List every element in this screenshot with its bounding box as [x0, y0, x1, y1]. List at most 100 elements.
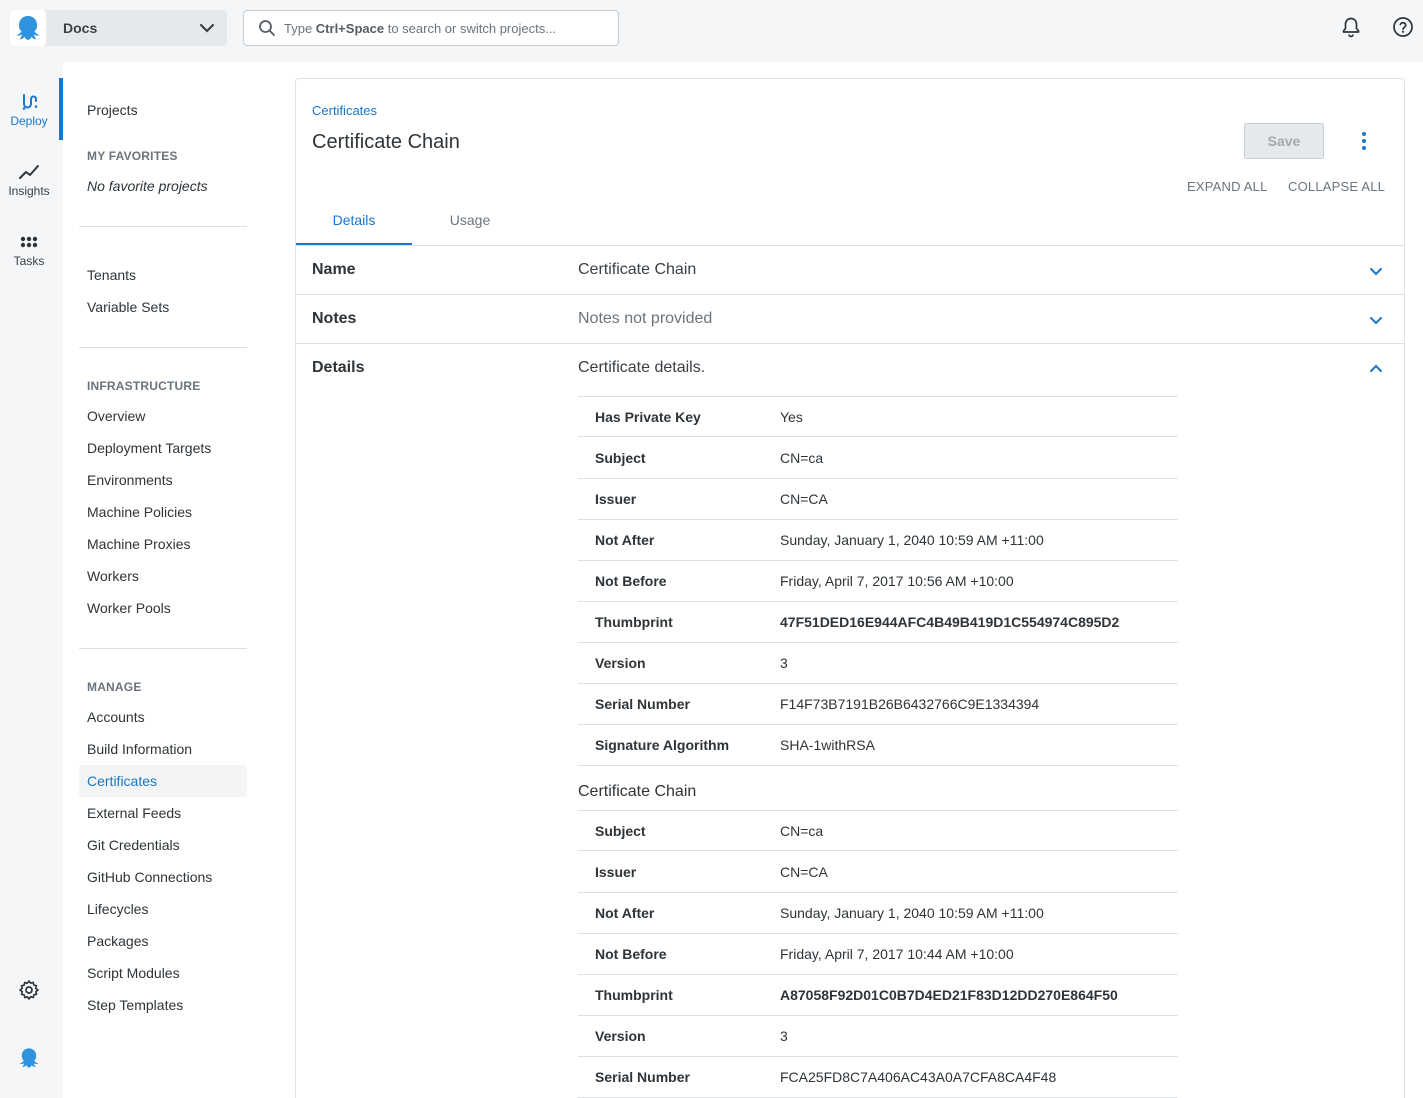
chain-key: Not Before [595, 946, 667, 962]
detail-key: Signature Algorithm [595, 737, 730, 753]
section-summary: Notes not provided [578, 310, 713, 327]
sidebar-item-github-connections[interactable]: GitHub Connections [79, 861, 247, 893]
sidebar-item-environments[interactable]: Environments [79, 464, 247, 496]
chain-row: Thumbprint A87058F92D01C0B7D4ED21F83D12DD… [578, 975, 1178, 1016]
sidebar-item-step-templates[interactable]: Step Templates [79, 989, 247, 1021]
nav-tasks[interactable]: Tasks [0, 232, 58, 268]
space-name: Docs [63, 20, 98, 36]
detail-row: Signature Algorithm SHA-1withRSA [578, 725, 1178, 766]
help-icon[interactable] [1392, 16, 1414, 38]
details-section[interactable]: Details Certificate details. [296, 344, 1404, 393]
nav-insights[interactable]: Insights [0, 162, 58, 198]
detail-value: CN=ca [780, 450, 824, 466]
tab-details[interactable]: Details [296, 199, 412, 245]
detail-key: Version [595, 655, 646, 671]
chain-row: Version 3 [578, 1016, 1178, 1057]
notes-section[interactable]: Notes Notes not provided [296, 295, 1404, 344]
sidebar-item-tenants[interactable]: Tenants [79, 259, 247, 291]
chain-row: Issuer CN=CA [578, 852, 1178, 893]
thumbprint-value: 47F51DED16E944AFC4B49B419D1C554974C895D2 [780, 614, 1120, 630]
detail-value: Friday, April 7, 2017 10:56 AM +10:00 [780, 573, 1014, 589]
sidebar-divider [79, 347, 247, 348]
top-bar: Docs Type Ctrl+Space to search or switch… [0, 0, 1423, 56]
chain-row: Subject CN=ca [578, 810, 1178, 851]
sidebar-item-projects[interactable]: Projects [79, 94, 247, 126]
collapse-all-button[interactable]: COLLAPSE ALL [1288, 179, 1385, 194]
chain-key: Not After [595, 905, 655, 921]
search-input[interactable]: Type Ctrl+Space to search or switch proj… [243, 10, 619, 46]
search-placeholder: Type Ctrl+Space to search or switch proj… [284, 20, 557, 36]
notifications-bell-icon[interactable] [1340, 16, 1362, 38]
detail-row: Serial Number F14F73B7191B26B6432766C9E13… [578, 684, 1178, 725]
chain-value: CN=ca [780, 823, 824, 839]
sidebar-item-worker-pools[interactable]: Worker Pools [79, 592, 247, 624]
sidebar-item-variable-sets[interactable]: Variable Sets [79, 291, 247, 323]
chain-row: Not Before Friday, April 7, 2017 10:44 AM… [578, 934, 1178, 975]
tab-usage[interactable]: Usage [412, 199, 528, 245]
sidebar-item-build-information[interactable]: Build Information [79, 733, 247, 765]
sidebar-item-lifecycles[interactable]: Lifecycles [79, 893, 247, 925]
sidebar-item-packages[interactable]: Packages [79, 925, 247, 957]
chevron-down-icon[interactable] [1368, 312, 1384, 328]
chain-value: 3 [780, 1028, 788, 1044]
sidebar-item-deployment-targets[interactable]: Deployment Targets [79, 432, 247, 464]
main-content: Certificates Certificate Chain Save EXPA… [262, 62, 1423, 1098]
name-section[interactable]: Name Certificate Chain [296, 246, 1404, 295]
thumbprint-value: A87058F92D01C0B7D4ED21F83D12DD270E864F50 [780, 987, 1118, 1003]
octopus-avatar-icon[interactable] [17, 1045, 41, 1071]
octopus-logo-icon [10, 10, 46, 46]
sidebar-item-external-feeds[interactable]: External Feeds [79, 797, 247, 829]
no-favorites-text: No favorite projects [87, 178, 208, 194]
section-label: Notes [312, 310, 357, 327]
expand-all-button[interactable]: EXPAND ALL [1187, 179, 1268, 194]
insights-chart-icon [19, 165, 39, 179]
detail-row: Not After Sunday, January 1, 2040 10:59 A… [578, 520, 1178, 561]
section-label: Details [312, 359, 365, 376]
sidebar-divider [79, 226, 247, 227]
detail-value: F14F73B7191B26B6432766C9E1334394 [780, 696, 1040, 712]
chain-value: FCA25FD8C7A406AC43A0A7CFA8CA4F48 [780, 1069, 1057, 1085]
nav-tasks-label: Tasks [13, 254, 45, 268]
breadcrumb[interactable]: Certificates [312, 103, 377, 118]
deploy-icon [22, 94, 38, 110]
chain-key: Version [595, 1028, 646, 1044]
certificate-card: Certificates Certificate Chain Save EXPA… [295, 78, 1405, 1098]
chain-key: Issuer [595, 864, 637, 880]
sidebar: Projects MY FAVORITES No favorite projec… [63, 62, 262, 1098]
sidebar-item-machine-policies[interactable]: Machine Policies [79, 496, 247, 528]
settings-gear-icon[interactable] [18, 979, 40, 1001]
chevron-up-icon[interactable] [1368, 361, 1384, 377]
detail-row: Not Before Friday, April 7, 2017 10:56 AM… [578, 561, 1178, 602]
sidebar-item-script-modules[interactable]: Script Modules [79, 957, 247, 989]
chain-key: Subject [595, 823, 646, 839]
sidebar-item-certificates[interactable]: Certificates [79, 765, 247, 797]
detail-key: Serial Number [595, 696, 690, 712]
detail-key: Not Before [595, 573, 667, 589]
sidebar-item-overview[interactable]: Overview [79, 400, 247, 432]
sidebar-item-machine-proxies[interactable]: Machine Proxies [79, 528, 247, 560]
save-button[interactable]: Save [1244, 123, 1324, 159]
detail-value: SHA-1withRSA [780, 737, 875, 753]
chain-row: Serial Number FCA25FD8C7A406AC43A0A7CFA8C… [578, 1057, 1178, 1098]
main-nav-rail: Deploy Insights Tasks [0, 62, 63, 1098]
detail-key: Not After [595, 532, 655, 548]
chevron-down-icon[interactable] [1368, 263, 1384, 279]
chain-key: Serial Number [595, 1069, 690, 1085]
favorites-heading: MY FAVORITES [87, 149, 178, 163]
nav-deploy[interactable]: Deploy [0, 92, 58, 128]
manage-heading: MANAGE [87, 680, 142, 694]
page-title: Certificate Chain [312, 131, 460, 153]
space-switcher[interactable]: Docs [10, 10, 227, 46]
sidebar-item-workers[interactable]: Workers [79, 560, 247, 592]
section-summary: Certificate Chain [578, 261, 697, 278]
search-icon [259, 20, 275, 36]
tasks-grid-icon [20, 236, 38, 248]
detail-key: Issuer [595, 491, 637, 507]
sidebar-item-git-credentials[interactable]: Git Credentials [79, 829, 247, 861]
chain-row: Not After Sunday, January 1, 2040 10:59 A… [578, 893, 1178, 934]
chain-value: Friday, April 7, 2017 10:44 AM +10:00 [780, 946, 1014, 962]
nav-deploy-label: Deploy [10, 114, 48, 128]
detail-row: Issuer CN=CA [578, 479, 1178, 520]
more-options-icon[interactable] [1356, 131, 1372, 151]
sidebar-item-accounts[interactable]: Accounts [79, 701, 247, 733]
